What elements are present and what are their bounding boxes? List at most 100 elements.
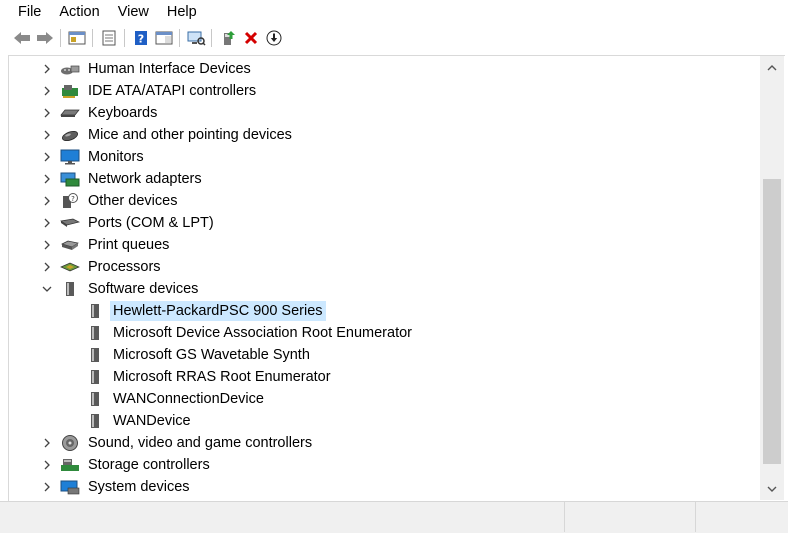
status-pane-main (0, 502, 566, 532)
uninstall-device-icon (244, 31, 258, 45)
tree-category-print-queues[interactable]: Print queues (9, 234, 761, 256)
tree-device-wan-connection-device[interactable]: WANConnectionDevice (9, 388, 761, 410)
help-button[interactable]: ? (130, 27, 152, 49)
tree-category-system-devices[interactable]: System devices (9, 476, 761, 498)
properties-icon (102, 30, 116, 46)
processor-icon (60, 259, 80, 275)
chevron-down-icon[interactable] (39, 281, 55, 297)
chevron-right-icon[interactable] (39, 457, 55, 473)
network-adapter-icon (60, 171, 80, 187)
scroll-up-button[interactable] (760, 58, 784, 76)
tree-category-monitors[interactable]: Monitors (9, 146, 761, 168)
tree-category-ports[interactable]: Ports (COM & LPT) (9, 212, 761, 234)
chevron-right-icon[interactable] (39, 215, 55, 231)
tree-device-ms-rras-root-enumerator[interactable]: Microsoft RRAS Root Enumerator (9, 366, 761, 388)
tree-category-label: Other devices (88, 193, 178, 209)
tree-category-label: Print queues (88, 237, 170, 253)
tree-category-processors[interactable]: Processors (9, 256, 761, 278)
chevron-right-icon[interactable] (39, 237, 55, 253)
toolbar: ? (0, 25, 788, 51)
disable-device-button[interactable] (263, 27, 285, 49)
menu-help[interactable]: Help (158, 0, 206, 24)
tree-device-label: WANConnectionDevice (113, 391, 264, 407)
tree-category-label: Sound, video and game controllers (88, 435, 313, 451)
software-device-icon (85, 413, 105, 429)
tree-device-label: Hewlett-PackardPSC 900 Series (110, 301, 326, 321)
tree-category-label: Storage controllers (88, 457, 210, 473)
menu-view[interactable]: View (109, 0, 158, 24)
tree-device-wan-device[interactable]: WANDevice (9, 410, 761, 432)
scan-hardware-changes-button[interactable] (185, 27, 207, 49)
tree-category-label: Keyboards (88, 105, 158, 121)
other-devices-icon: ? (60, 193, 80, 209)
mouse-icon (60, 127, 80, 143)
chevron-up-icon (767, 64, 777, 70)
chevron-right-icon[interactable] (39, 105, 55, 121)
tree-category-other-devices[interactable]: ? Other devices (9, 190, 761, 212)
forward-icon (37, 32, 53, 44)
show-hide-console-tree-icon (68, 31, 86, 45)
status-pane-tertiary (696, 502, 788, 532)
chevron-right-icon[interactable] (39, 61, 55, 77)
chevron-right-icon[interactable] (39, 435, 55, 451)
keyboard-icon (60, 105, 80, 121)
chevron-right-icon[interactable] (39, 127, 55, 143)
tree-category-label: Monitors (88, 149, 144, 165)
properties-button[interactable] (98, 27, 120, 49)
tree-category-ide-ata-atapi-controllers[interactable]: IDE ATA/ATAPI controllers (9, 80, 761, 102)
uninstall-device-button[interactable] (240, 27, 262, 49)
chevron-right-icon[interactable] (39, 479, 55, 495)
tree-category-software-devices[interactable]: Software devices (9, 278, 761, 300)
tree-category-keyboards[interactable]: Keyboards (9, 102, 761, 124)
software-device-icon (60, 281, 80, 297)
chevron-right-icon[interactable] (39, 171, 55, 187)
tree-device-ms-gs-wavetable-synth[interactable]: Microsoft GS Wavetable Synth (9, 344, 761, 366)
help-icon: ? (135, 31, 147, 46)
software-device-icon (85, 369, 105, 385)
chevron-right-icon[interactable] (39, 259, 55, 275)
hid-icon (60, 61, 80, 77)
software-device-icon (85, 303, 105, 319)
chevron-right-icon[interactable] (39, 149, 55, 165)
svg-text:?: ? (71, 195, 75, 203)
speaker-icon (60, 435, 80, 451)
vertical-scrollbar[interactable] (760, 56, 784, 500)
status-bar (0, 501, 788, 533)
tree-category-label: System devices (88, 479, 190, 495)
scrollbar-thumb[interactable] (763, 179, 781, 464)
toolbar-separator (179, 29, 180, 47)
tree-device-hewlett-packard-psc-900[interactable]: Hewlett-PackardPSC 900 Series (9, 300, 761, 322)
toolbar-separator (124, 29, 125, 47)
tree-category-sound-video-game[interactable]: Sound, video and game controllers (9, 432, 761, 454)
tree-device-label: Microsoft GS Wavetable Synth (113, 347, 310, 363)
show-hide-console-tree-button[interactable] (66, 27, 88, 49)
ide-controller-icon (60, 83, 80, 99)
action-pane-icon (155, 31, 173, 45)
tree-device-label: Microsoft RRAS Root Enumerator (113, 369, 331, 385)
tree-device-label: Microsoft Device Association Root Enumer… (113, 325, 412, 341)
chevron-right-icon[interactable] (39, 83, 55, 99)
tree-category-label: Processors (88, 259, 161, 275)
menu-action[interactable]: Action (50, 0, 108, 24)
menu-bar: File Action View Help (0, 0, 788, 24)
update-driver-icon (224, 31, 235, 45)
software-device-icon (85, 347, 105, 363)
menu-file[interactable]: File (0, 0, 50, 24)
tree-device-ms-device-association-root-enumerator[interactable]: Microsoft Device Association Root Enumer… (9, 322, 761, 344)
chevron-right-icon[interactable] (39, 193, 55, 209)
update-driver-button[interactable] (217, 27, 239, 49)
tree-device-label: WANDevice (113, 413, 191, 429)
tree-category-network-adapters[interactable]: Network adapters (9, 168, 761, 190)
system-device-icon (60, 479, 80, 495)
back-button[interactable] (11, 27, 33, 49)
scroll-down-button[interactable] (760, 480, 784, 498)
svg-text:?: ? (138, 33, 144, 46)
tree-category-label: Software devices (88, 281, 199, 297)
tree-category-storage-controllers[interactable]: Storage controllers (9, 454, 761, 476)
action-pane-button[interactable] (153, 27, 175, 49)
disable-device-icon (266, 30, 282, 46)
tree-category-mice[interactable]: Mice and other pointing devices (9, 124, 761, 146)
software-device-icon (85, 325, 105, 341)
forward-button[interactable] (34, 27, 56, 49)
tree-category-human-interface-devices[interactable]: Human Interface Devices (9, 58, 761, 80)
